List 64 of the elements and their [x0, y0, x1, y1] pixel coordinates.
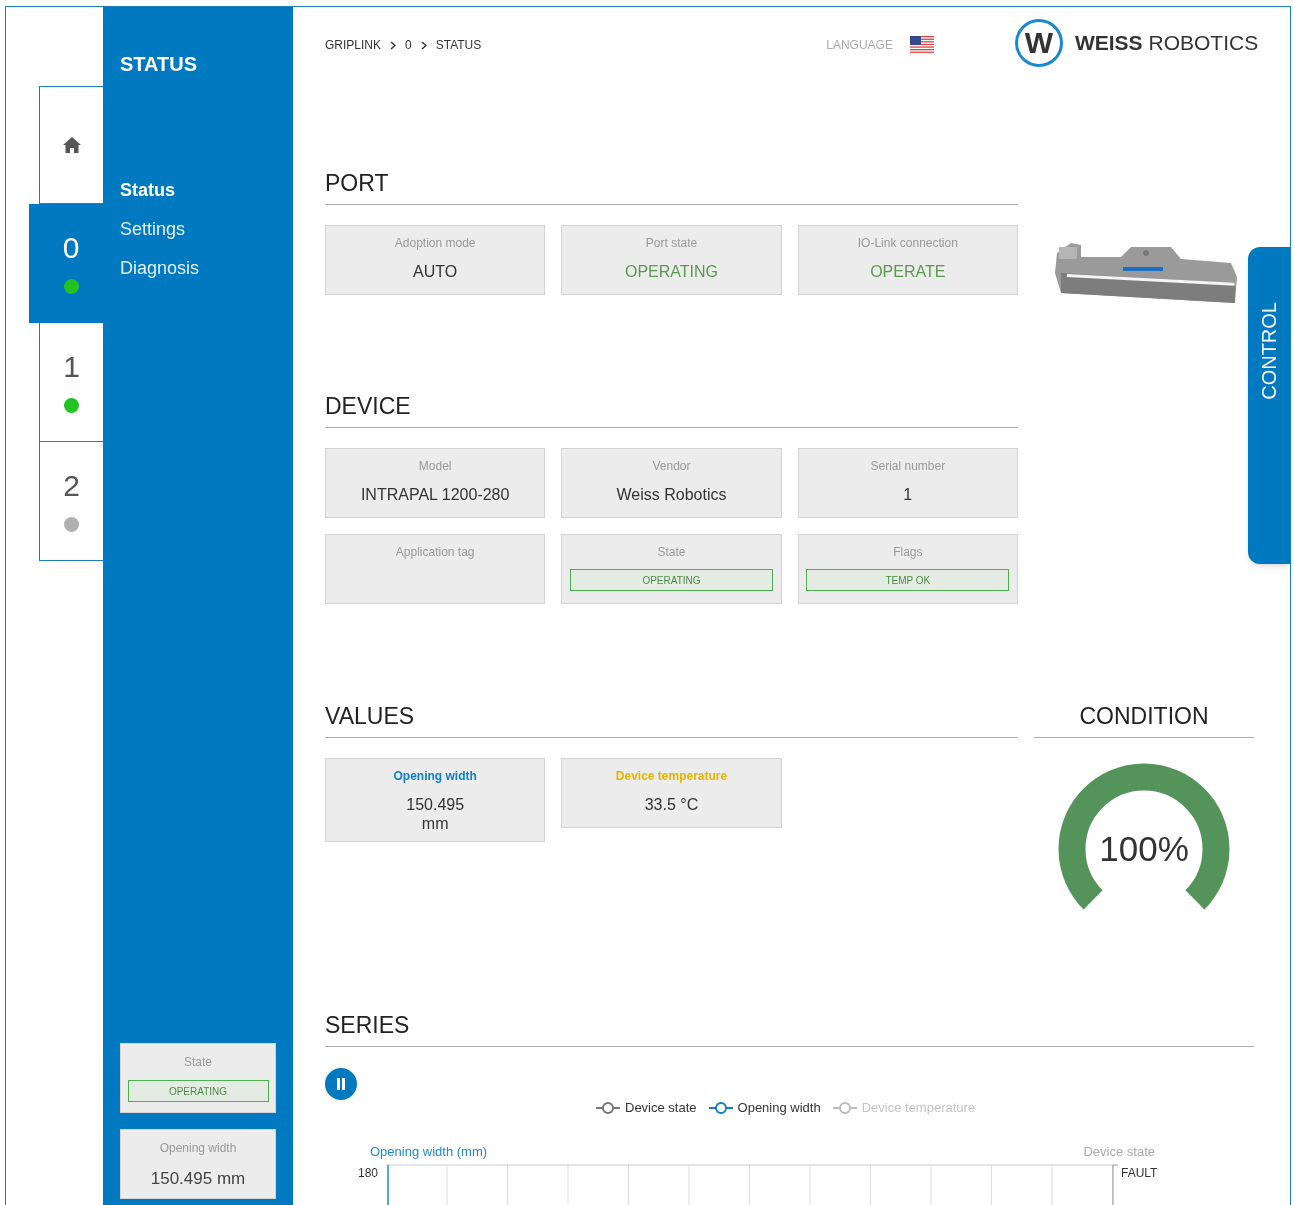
axis-title: Opening width (mm): [370, 1142, 488, 1161]
section-title: PORT: [325, 169, 1018, 205]
card-label: Serial number: [870, 458, 946, 475]
port-number: 0: [62, 233, 80, 263]
sidebar-title: STATUS: [120, 52, 199, 77]
breadcrumb-item[interactable]: STATUS: [435, 36, 482, 54]
card-label: State: [184, 1054, 212, 1071]
card-label: State: [657, 544, 686, 561]
breadcrumb-item[interactable]: GRIPLINK: [325, 36, 381, 54]
pause-button[interactable]: [325, 1068, 357, 1100]
status-badge: OPERATING: [570, 569, 773, 591]
section-title: CONDITION: [1034, 702, 1254, 738]
nav-item[interactable]: Diagnosis: [120, 255, 276, 282]
card-label: Flags: [893, 544, 923, 561]
card-label: Opening width: [393, 768, 477, 785]
card-label: Port state: [645, 235, 698, 252]
status-badge: OPERATING: [127, 1080, 269, 1102]
port-number: 1: [63, 351, 80, 382]
nav-item[interactable]: Settings: [120, 216, 276, 243]
chevron-icon: [420, 40, 427, 50]
card-value: OPERATE: [870, 262, 946, 282]
legend-item[interactable]: Device state: [596, 1098, 697, 1118]
gauge-reading: 100%: [1098, 829, 1190, 869]
card-value: 150.495 mm: [405, 795, 466, 833]
card-value: 1: [903, 485, 913, 505]
language-label: LANGUAGE: [826, 37, 893, 54]
card-value: 150.495 mm: [150, 1168, 246, 1190]
card-label: Opening width: [159, 1140, 237, 1157]
card-value: INTRAPAL 1200-280: [360, 485, 510, 505]
card-value: Weiss Robotics: [616, 485, 727, 505]
card-label: Model: [418, 458, 452, 475]
card-label: IO-Link connection: [857, 235, 958, 252]
flag-icon[interactable]: [909, 36, 934, 54]
card-value: OPERATING: [624, 262, 718, 282]
legend-item[interactable]: Opening width: [708, 1098, 821, 1118]
section-title: SERIES: [325, 1011, 1254, 1047]
section-title: DEVICE: [325, 392, 1018, 428]
section-title: VALUES: [325, 702, 1018, 738]
breadcrumb-item[interactable]: 0: [405, 36, 412, 54]
pause-icon: [336, 1078, 346, 1090]
home-tab[interactable]: [39, 86, 103, 204]
card-label: Adoption mode: [394, 235, 476, 252]
legend-marker-icon: [708, 1101, 733, 1114]
chevron-icon: [390, 40, 396, 50]
axis-tick-label: 180: [356, 1165, 379, 1182]
legend-marker-icon: [596, 1101, 620, 1114]
control-tab[interactable]: CONTROL: [1248, 247, 1290, 564]
logo-text: WEISS ROBOTICS: [1074, 30, 1259, 57]
port-tab[interactable]: 0: [29, 204, 103, 323]
logo-mark: W: [1014, 19, 1063, 67]
port-number: 2: [63, 470, 80, 501]
axis-tick-label: FAULT: [1121, 1165, 1158, 1182]
port-tab[interactable]: 2: [39, 442, 103, 561]
card-value: 33.5 °C: [644, 795, 699, 814]
card-label: Device temperature: [615, 768, 728, 785]
card-label: Application tag: [395, 544, 475, 561]
axis-title: Device state: [1083, 1142, 1155, 1161]
status-badge: TEMP OK: [806, 569, 1010, 591]
nav-item[interactable]: Status: [120, 177, 276, 204]
home-icon: [61, 136, 82, 154]
legend-marker-icon: [832, 1101, 857, 1114]
card-label: Vendor: [652, 458, 691, 475]
port-tab[interactable]: 1: [39, 323, 103, 442]
card-value: AUTO: [413, 262, 458, 282]
